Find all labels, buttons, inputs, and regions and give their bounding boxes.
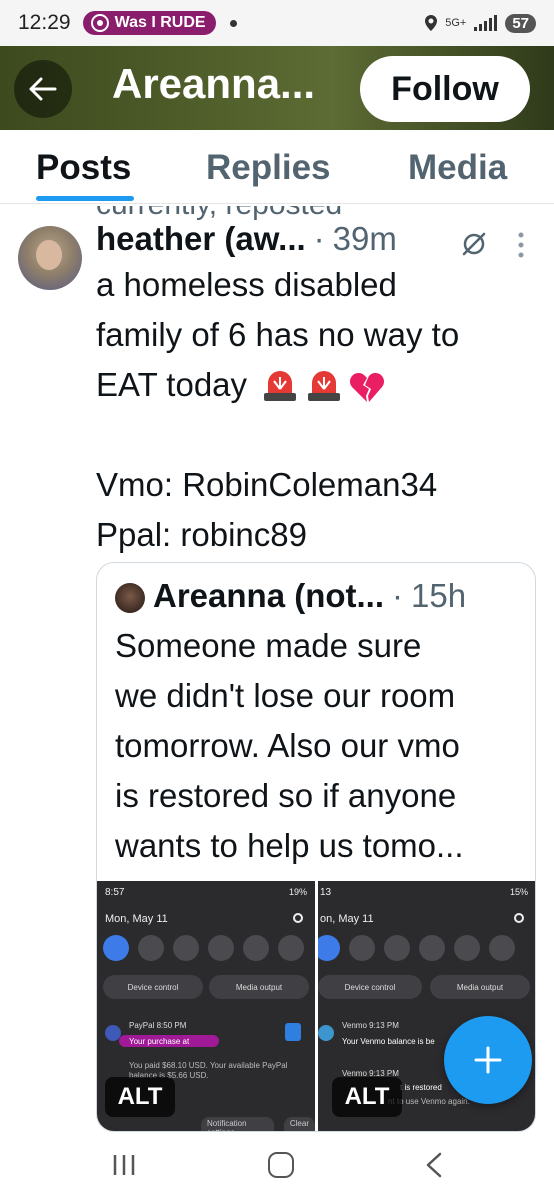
- quick-settings-row: [103, 935, 304, 961]
- quick-settings-row: [318, 935, 515, 961]
- quoted-text: Someone made sure we didn't lose our roo…: [115, 621, 525, 871]
- paypal-badge-icon: [285, 1023, 301, 1041]
- post-text: a homeless disabled family of 6 has no w…: [96, 260, 526, 560]
- airplane-icon: [243, 935, 269, 961]
- post-line: Vmo: RobinColeman34: [96, 466, 438, 503]
- active-tab-indicator: [36, 196, 134, 201]
- mute-icon: [138, 935, 164, 961]
- battery-indicator: 57: [505, 13, 536, 33]
- notif-settings-label: Notification settings: [201, 1117, 274, 1131]
- notif-footer: Notification settings Clear: [201, 1117, 315, 1131]
- alt-badge[interactable]: ALT: [105, 1077, 175, 1117]
- profile-tabs: Posts Replies Media: [0, 130, 554, 204]
- quoted-avatar: [115, 583, 145, 613]
- quoted-line: we didn't lose our room: [115, 677, 456, 714]
- bluetooth-icon: [384, 935, 410, 961]
- post-line: a homeless disabled: [96, 266, 397, 303]
- avatar[interactable]: [18, 226, 82, 290]
- separator: ·: [313, 220, 325, 257]
- shot-time: 8:57: [105, 887, 125, 898]
- quoted-timestamp: 15h: [411, 577, 467, 614]
- podcast-icon: [90, 14, 109, 32]
- tab-media[interactable]: Media: [408, 148, 507, 188]
- notif-text-2: nt to use Venmo again.: [388, 1097, 470, 1106]
- shot-battery: 15%: [509, 887, 528, 897]
- status-icons: 5G+ 57: [425, 13, 536, 33]
- alt-badge[interactable]: ALT: [332, 1077, 402, 1117]
- notification-pill-label: Was I RUDE: [114, 14, 206, 31]
- post-timestamp[interactable]: 39m: [333, 220, 397, 258]
- wifi-icon: [103, 935, 129, 961]
- mute-icon: [349, 935, 375, 961]
- quoted-line: tomorrow. Also our vmo: [115, 727, 460, 764]
- airplane-icon: [454, 935, 480, 961]
- post-line: [96, 410, 526, 460]
- status-bar: 12:29 Was I RUDE 5G+ 57: [0, 0, 554, 46]
- shot-date: Mon, May 11: [105, 913, 168, 925]
- post-line-emoji: EAT today: [96, 360, 526, 410]
- notif-title: Your purchase at: [129, 1037, 190, 1046]
- profile-header: Areanna... Follow: [0, 46, 554, 130]
- shot-battery: 19%: [288, 887, 307, 897]
- gear-icon: [293, 913, 303, 923]
- media-output-pill: Media output: [430, 975, 530, 999]
- signal-icon: [474, 15, 498, 31]
- siren-emoji-icon: [264, 371, 297, 402]
- device-control-pill: Device control: [318, 975, 422, 999]
- notification-dot-icon: [229, 19, 237, 27]
- rotate-icon: [419, 935, 445, 961]
- home-icon[interactable]: [268, 1152, 294, 1178]
- siren-emoji-icon: [308, 371, 341, 402]
- wifi-icon: [318, 935, 340, 961]
- post-author[interactable]: heather (aw...: [96, 220, 306, 258]
- tab-replies[interactable]: Replies: [206, 148, 331, 188]
- flashlight-icon: [278, 935, 304, 961]
- notif-title: Your Venmo balance is be: [342, 1037, 435, 1046]
- notif-title-2: t is restored: [400, 1083, 442, 1092]
- compose-button[interactable]: [444, 1016, 532, 1104]
- more-options-icon[interactable]: [518, 232, 524, 258]
- location-icon: [425, 15, 438, 31]
- profile-name: Areanna...: [112, 60, 316, 107]
- post-line: Ppal: robinc89: [96, 516, 307, 553]
- tab-posts[interactable]: Posts: [36, 148, 131, 188]
- gear-icon: [514, 913, 524, 923]
- back-button[interactable]: [14, 60, 72, 118]
- rotate-icon: [208, 935, 234, 961]
- quoted-line: is restored so if anyone: [115, 777, 457, 814]
- notif-clear-label: Clear: [283, 1117, 315, 1131]
- system-nav-bar: [0, 1132, 554, 1200]
- venmo-icon: [318, 1025, 334, 1041]
- device-control-pill: Device control: [103, 975, 203, 999]
- media-output-pill: Media output: [209, 975, 309, 999]
- broken-heart-emoji-icon: [350, 373, 385, 403]
- quoted-line: Someone made sure: [115, 627, 422, 664]
- arrow-left-icon: [29, 77, 57, 101]
- post-line: family of 6 has no way to: [96, 316, 460, 353]
- quoted-header: Areanna (not... · 15h: [153, 577, 466, 615]
- quoted-author: Areanna (not...: [153, 577, 385, 614]
- shot-time: 13: [320, 887, 332, 898]
- flashlight-icon: [489, 935, 515, 961]
- post-header: heather (aw... · 39m: [96, 220, 397, 258]
- notif-app: Venmo 9:13 PM: [342, 1021, 399, 1030]
- notification-pill: Was I RUDE: [82, 11, 216, 35]
- muted-icon: [462, 232, 486, 256]
- quoted-line: wants to help us tomo...: [115, 827, 464, 864]
- post-line-text: EAT today: [96, 366, 248, 403]
- network-type: 5G+: [445, 17, 467, 29]
- clock: 12:29: [18, 11, 71, 34]
- shot-date: on, May 11: [320, 913, 374, 925]
- recent-apps-icon[interactable]: [112, 1154, 136, 1176]
- notif-app: PayPal 8:50 PM: [129, 1021, 187, 1030]
- media-image-paypal[interactable]: 8:57 19% Mon, May 11 Device control Medi…: [97, 881, 315, 1131]
- back-icon[interactable]: [424, 1152, 444, 1178]
- follow-button[interactable]: Follow: [360, 56, 530, 122]
- plus-icon: [474, 1046, 502, 1074]
- separator: ·: [392, 577, 404, 614]
- bluetooth-icon: [173, 935, 199, 961]
